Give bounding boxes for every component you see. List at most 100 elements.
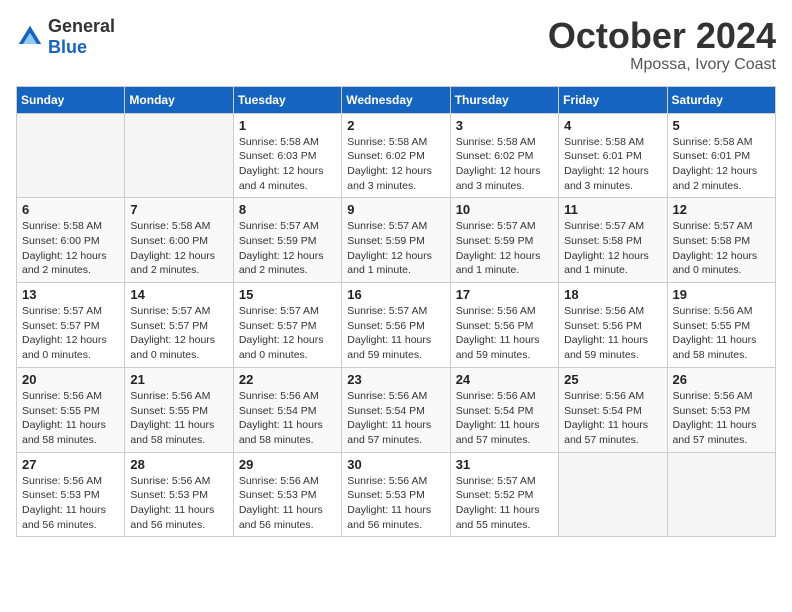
weekday-header: Saturday: [667, 86, 775, 113]
day-number: 20: [22, 372, 119, 387]
day-info: Sunrise: 5:57 AM Sunset: 5:57 PM Dayligh…: [239, 304, 336, 363]
month-title: October 2024: [548, 16, 776, 56]
day-info: Sunrise: 5:58 AM Sunset: 6:02 PM Dayligh…: [347, 135, 444, 194]
calendar-cell: 30Sunrise: 5:56 AM Sunset: 5:53 PM Dayli…: [342, 452, 450, 537]
calendar-week-row: 20 Sunrise: 5:56 AM Sunset: 5:55 PM Dayli…: [17, 367, 776, 452]
logo-general-text: General: [48, 16, 115, 36]
day-info: Sunrise: 5:57 AM Sunset: 5:59 PM Dayligh…: [456, 219, 553, 278]
day-info: Sunrise: 5:56 AM Sunset: 5:56 PM Dayligh…: [564, 304, 661, 363]
calendar-cell: 21 Sunrise: 5:56 AM Sunset: 5:55 PM Dayli…: [125, 367, 233, 452]
day-number: 27: [22, 457, 119, 472]
day-info: Sunrise: 5:56 AM Sunset: 5:54 PM Dayligh…: [564, 389, 661, 448]
day-info: Sunrise: 5:56 AM Sunset: 5:55 PM Dayligh…: [130, 389, 227, 448]
calendar-cell: 23 Sunrise: 5:56 AM Sunset: 5:54 PM Dayli…: [342, 367, 450, 452]
calendar-cell: 9 Sunrise: 5:57 AM Sunset: 5:59 PM Daylig…: [342, 198, 450, 283]
day-number: 18: [564, 287, 661, 302]
logo-blue-text: Blue: [48, 37, 87, 57]
calendar-cell: 15 Sunrise: 5:57 AM Sunset: 5:57 PM Dayli…: [233, 283, 341, 368]
calendar-cell: 12 Sunrise: 5:57 AM Sunset: 5:58 PM Dayli…: [667, 198, 775, 283]
calendar-cell: 14 Sunrise: 5:57 AM Sunset: 5:57 PM Dayli…: [125, 283, 233, 368]
day-info: Sunrise: 5:57 AM Sunset: 5:57 PM Dayligh…: [130, 304, 227, 363]
day-info: Sunrise: 5:58 AM Sunset: 6:01 PM Dayligh…: [673, 135, 770, 194]
day-info: Sunrise: 5:56 AM Sunset: 5:55 PM Dayligh…: [673, 304, 770, 363]
day-number: 14: [130, 287, 227, 302]
calendar-week-row: 13 Sunrise: 5:57 AM Sunset: 5:57 PM Dayli…: [17, 283, 776, 368]
calendar-cell: 22Sunrise: 5:56 AM Sunset: 5:54 PM Dayli…: [233, 367, 341, 452]
day-number: 17: [456, 287, 553, 302]
calendar-cell: 6Sunrise: 5:58 AM Sunset: 6:00 PM Daylig…: [17, 198, 125, 283]
calendar-cell: 7 Sunrise: 5:58 AM Sunset: 6:00 PM Daylig…: [125, 198, 233, 283]
day-number: 13: [22, 287, 119, 302]
calendar-cell: 5 Sunrise: 5:58 AM Sunset: 6:01 PM Daylig…: [667, 113, 775, 198]
day-number: 23: [347, 372, 444, 387]
location-title: Mpossa, Ivory Coast: [548, 56, 776, 74]
calendar-cell: 11Sunrise: 5:57 AM Sunset: 5:58 PM Dayli…: [559, 198, 667, 283]
day-info: Sunrise: 5:57 AM Sunset: 5:52 PM Dayligh…: [456, 474, 553, 533]
calendar-cell: 20Sunrise: 5:56 AM Sunset: 5:55 PM Dayli…: [17, 367, 125, 452]
day-number: 1: [239, 118, 336, 133]
day-info: Sunrise: 5:56 AM Sunset: 5:54 PM Dayligh…: [347, 389, 444, 448]
day-number: 11: [564, 202, 661, 217]
weekday-header: Friday: [559, 86, 667, 113]
calendar-cell: 13 Sunrise: 5:57 AM Sunset: 5:57 PM Dayli…: [17, 283, 125, 368]
day-number: 15: [239, 287, 336, 302]
day-info: Sunrise: 5:56 AM Sunset: 5:53 PM Dayligh…: [130, 474, 227, 533]
page-header: General Blue October 2024 Mpossa, Ivory …: [16, 16, 776, 74]
day-info: Sunrise: 5:57 AM Sunset: 5:58 PM Dayligh…: [673, 219, 770, 278]
day-info: Sunrise: 5:56 AM Sunset: 5:53 PM Dayligh…: [673, 389, 770, 448]
day-number: 28: [130, 457, 227, 472]
day-number: 3: [456, 118, 553, 133]
calendar-cell: [667, 452, 775, 537]
day-number: 22: [239, 372, 336, 387]
day-number: 29: [239, 457, 336, 472]
day-info: Sunrise: 5:58 AM Sunset: 6:00 PM Dayligh…: [22, 219, 119, 278]
calendar-cell: 8Sunrise: 5:57 AM Sunset: 5:59 PM Daylig…: [233, 198, 341, 283]
day-number: 12: [673, 202, 770, 217]
calendar-cell: 26Sunrise: 5:56 AM Sunset: 5:53 PM Dayli…: [667, 367, 775, 452]
day-number: 21: [130, 372, 227, 387]
day-info: Sunrise: 5:58 AM Sunset: 6:03 PM Dayligh…: [239, 135, 336, 194]
calendar-cell: 28 Sunrise: 5:56 AM Sunset: 5:53 PM Dayli…: [125, 452, 233, 537]
day-info: Sunrise: 5:57 AM Sunset: 5:59 PM Dayligh…: [239, 219, 336, 278]
calendar-cell: 10Sunrise: 5:57 AM Sunset: 5:59 PM Dayli…: [450, 198, 558, 283]
day-number: 24: [456, 372, 553, 387]
day-info: Sunrise: 5:58 AM Sunset: 6:02 PM Dayligh…: [456, 135, 553, 194]
day-number: 5: [673, 118, 770, 133]
day-number: 9: [347, 202, 444, 217]
calendar-cell: [125, 113, 233, 198]
logo-icon: [16, 23, 44, 51]
calendar-cell: 29Sunrise: 5:56 AM Sunset: 5:53 PM Dayli…: [233, 452, 341, 537]
day-number: 2: [347, 118, 444, 133]
calendar-cell: 18 Sunrise: 5:56 AM Sunset: 5:56 PM Dayli…: [559, 283, 667, 368]
calendar-cell: 31 Sunrise: 5:57 AM Sunset: 5:52 PM Dayli…: [450, 452, 558, 537]
calendar-header-row: SundayMondayTuesdayWednesdayThursdayFrid…: [17, 86, 776, 113]
weekday-header: Tuesday: [233, 86, 341, 113]
calendar-cell: 19Sunrise: 5:56 AM Sunset: 5:55 PM Dayli…: [667, 283, 775, 368]
calendar-cell: 2 Sunrise: 5:58 AM Sunset: 6:02 PM Daylig…: [342, 113, 450, 198]
day-number: 7: [130, 202, 227, 217]
day-number: 30: [347, 457, 444, 472]
weekday-header: Monday: [125, 86, 233, 113]
day-number: 25: [564, 372, 661, 387]
logo: General Blue: [16, 16, 115, 58]
day-info: Sunrise: 5:57 AM Sunset: 5:57 PM Dayligh…: [22, 304, 119, 363]
day-number: 4: [564, 118, 661, 133]
day-info: Sunrise: 5:56 AM Sunset: 5:54 PM Dayligh…: [456, 389, 553, 448]
day-info: Sunrise: 5:58 AM Sunset: 6:00 PM Dayligh…: [130, 219, 227, 278]
calendar-cell: 24 Sunrise: 5:56 AM Sunset: 5:54 PM Dayli…: [450, 367, 558, 452]
weekday-header: Wednesday: [342, 86, 450, 113]
calendar-cell: 16Sunrise: 5:57 AM Sunset: 5:56 PM Dayli…: [342, 283, 450, 368]
weekday-header: Thursday: [450, 86, 558, 113]
calendar-cell: 3 Sunrise: 5:58 AM Sunset: 6:02 PM Daylig…: [450, 113, 558, 198]
day-info: Sunrise: 5:56 AM Sunset: 5:56 PM Dayligh…: [456, 304, 553, 363]
calendar-cell: [17, 113, 125, 198]
title-block: October 2024 Mpossa, Ivory Coast: [548, 16, 776, 74]
day-number: 31: [456, 457, 553, 472]
calendar-cell: 27 Sunrise: 5:56 AM Sunset: 5:53 PM Dayli…: [17, 452, 125, 537]
calendar-week-row: 1 Sunrise: 5:58 AM Sunset: 6:03 PM Daylig…: [17, 113, 776, 198]
day-info: Sunrise: 5:57 AM Sunset: 5:59 PM Dayligh…: [347, 219, 444, 278]
day-info: Sunrise: 5:58 AM Sunset: 6:01 PM Dayligh…: [564, 135, 661, 194]
day-info: Sunrise: 5:56 AM Sunset: 5:53 PM Dayligh…: [22, 474, 119, 533]
calendar-cell: 4 Sunrise: 5:58 AM Sunset: 6:01 PM Daylig…: [559, 113, 667, 198]
calendar-week-row: 27 Sunrise: 5:56 AM Sunset: 5:53 PM Dayli…: [17, 452, 776, 537]
